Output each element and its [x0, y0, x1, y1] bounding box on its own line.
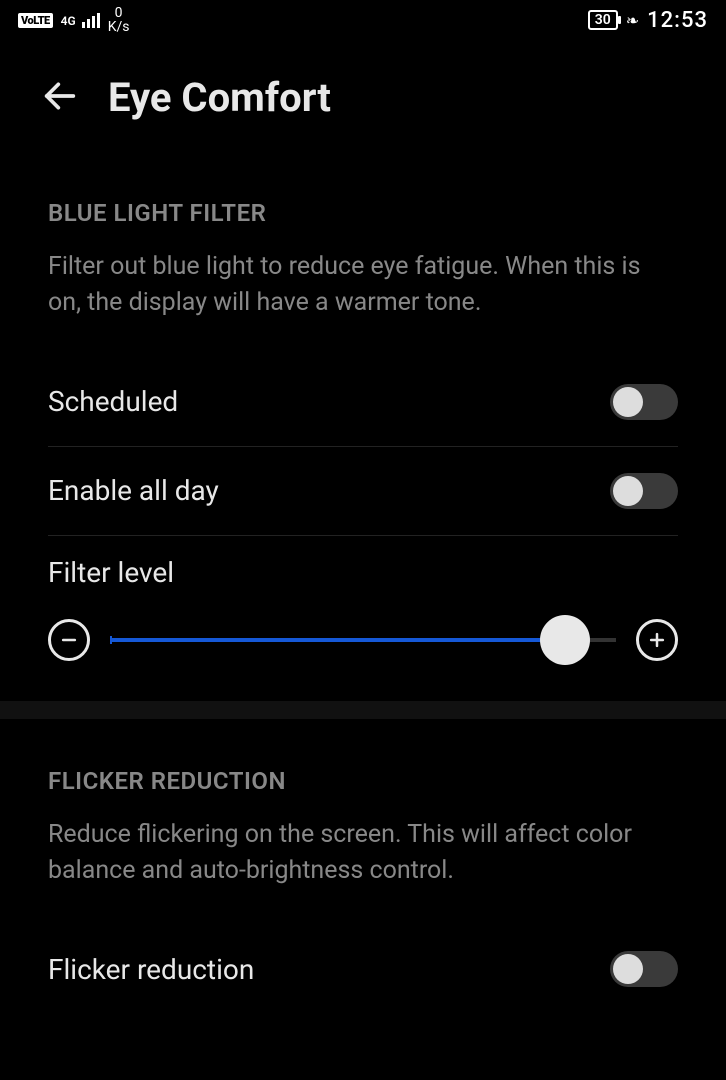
- signal-indicator: 4G: [61, 13, 100, 28]
- toggle-knob: [613, 387, 643, 417]
- speed-unit: K/s: [108, 20, 130, 34]
- signal-bars-icon: [82, 13, 100, 28]
- plus-button[interactable]: [636, 619, 678, 661]
- enable-all-day-label: Enable all day: [48, 474, 219, 507]
- enable-all-day-toggle[interactable]: [610, 473, 678, 509]
- flicker-section-title: FLICKER REDUCTION: [48, 719, 678, 817]
- filter-level-label: Filter level: [48, 556, 678, 589]
- enable-all-day-row[interactable]: Enable all day: [48, 447, 678, 536]
- status-bar: VoLTE 4G 0 K/s 30 ❧ 12:53: [0, 0, 726, 38]
- flicker-description: Reduce flickering on the screen. This wi…: [48, 817, 678, 926]
- toggle-knob: [613, 954, 643, 984]
- blue-light-description: Filter out blue light to reduce eye fati…: [48, 249, 678, 358]
- page-title: Eye Comfort: [108, 74, 331, 121]
- slider-thumb[interactable]: [540, 615, 590, 665]
- flicker-reduction-row[interactable]: Flicker reduction: [48, 925, 678, 1013]
- battery-indicator: 30: [588, 10, 618, 30]
- scheduled-label: Scheduled: [48, 385, 178, 418]
- status-left: VoLTE 4G 0 K/s: [18, 6, 130, 34]
- scheduled-row[interactable]: Scheduled: [48, 358, 678, 447]
- scheduled-toggle[interactable]: [610, 384, 678, 420]
- back-arrow-icon[interactable]: [40, 76, 80, 120]
- toggle-knob: [613, 476, 643, 506]
- flicker-reduction-label: Flicker reduction: [48, 953, 254, 986]
- volte-badge: VoLTE: [18, 13, 53, 28]
- speed-value: 0: [115, 6, 123, 20]
- blue-light-section-title: BLUE LIGHT FILTER: [48, 151, 678, 249]
- page-header: Eye Comfort: [0, 38, 726, 151]
- filter-level-row: Filter level: [48, 536, 678, 701]
- flicker-reduction-toggle[interactable]: [610, 951, 678, 987]
- power-save-leaf-icon: ❧: [626, 11, 639, 30]
- flicker-section: FLICKER REDUCTION Reduce flickering on t…: [0, 719, 726, 1014]
- filter-level-slider-row: [48, 619, 678, 661]
- network-speed: 0 K/s: [108, 6, 130, 34]
- filter-level-slider[interactable]: [110, 638, 616, 642]
- clock: 12:53: [647, 8, 708, 33]
- blue-light-section: BLUE LIGHT FILTER Filter out blue light …: [0, 151, 726, 701]
- network-type: 4G: [61, 14, 76, 28]
- section-divider: [0, 701, 726, 719]
- status-right: 30 ❧ 12:53: [588, 8, 708, 33]
- minus-button[interactable]: [48, 619, 90, 661]
